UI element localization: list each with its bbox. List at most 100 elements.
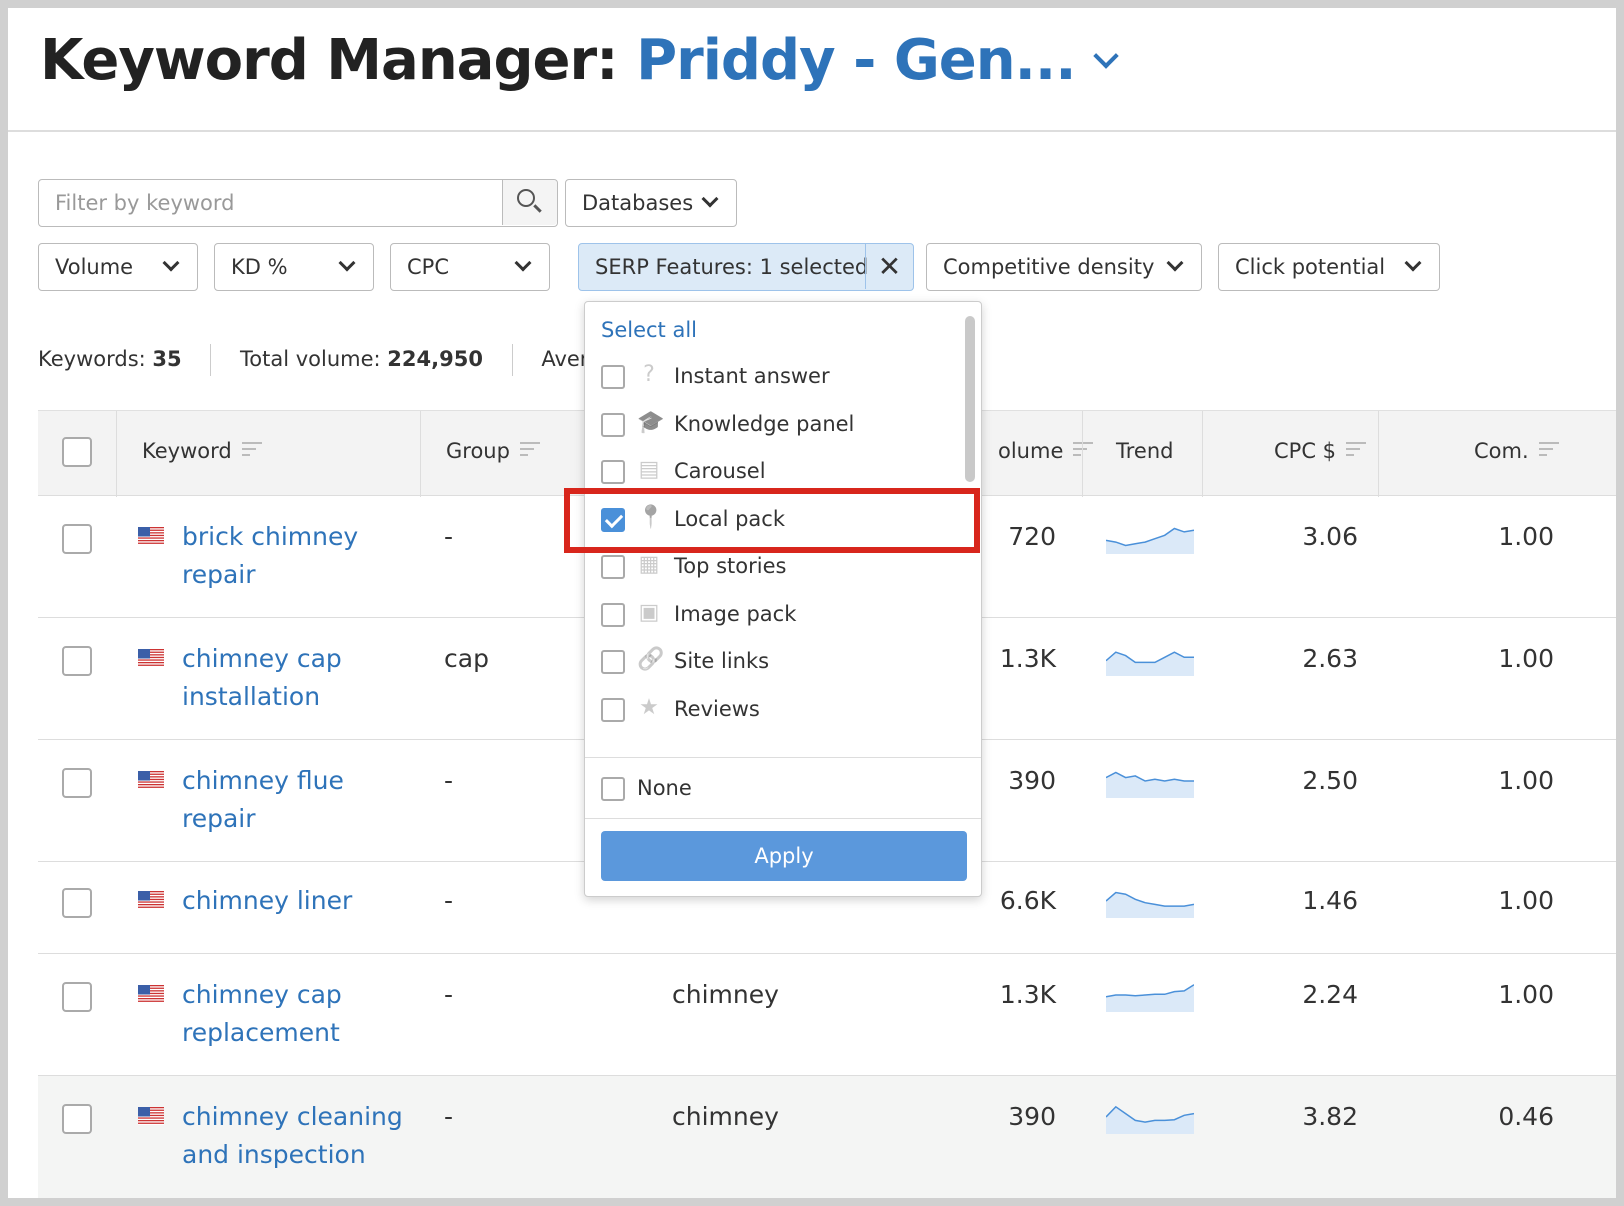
option-checkbox[interactable]	[601, 650, 625, 674]
trend-sparkline	[1106, 527, 1194, 554]
select-all-link[interactable]: Select all	[601, 318, 697, 342]
cpc-filter-label: CPC	[407, 255, 449, 279]
cpc-cell: 3.06	[1302, 522, 1358, 551]
chevron-down-icon	[701, 190, 719, 208]
competitive-density-label: Competitive density	[943, 255, 1155, 279]
select-all-rows-checkbox[interactable]	[62, 437, 92, 467]
trend-sparkline	[1106, 1105, 1194, 1134]
keyword-line-1[interactable]: chimney cap	[182, 640, 342, 678]
keyword-line-1[interactable]: brick chimney	[182, 518, 358, 556]
option-label: Carousel	[674, 459, 766, 483]
volume-filter-label: Volume	[55, 255, 134, 279]
keyword-line-1[interactable]: chimney flue	[182, 762, 344, 800]
trend-area	[1106, 772, 1194, 798]
keyword-link[interactable]: chimney flue repair	[182, 762, 344, 838]
row-checkbox[interactable]	[62, 768, 92, 798]
option-checkbox[interactable]	[601, 602, 625, 627]
none-label: None	[637, 776, 692, 800]
com-cell: 1.00	[1498, 766, 1554, 795]
column-group[interactable]: Group	[446, 439, 540, 463]
summary-stats: Keywords: 35 Total volume: 224,950 Avera…	[38, 344, 628, 376]
keyword-link[interactable]: chimney cap replacement	[182, 976, 342, 1052]
keyword-line-2[interactable]: replacement	[182, 1014, 342, 1052]
row-checkbox[interactable]	[62, 646, 92, 676]
column-com[interactable]: Com.	[1474, 439, 1559, 463]
us-flag-icon	[138, 527, 164, 545]
search-button[interactable]	[503, 180, 557, 225]
option-label: Site links	[674, 649, 770, 673]
search-input[interactable]	[39, 180, 503, 225]
apply-button[interactable]: Apply	[601, 831, 967, 881]
kd-filter-label: KD %	[231, 255, 288, 279]
option-checkbox[interactable]	[601, 365, 625, 389]
chevron-down-icon[interactable]	[1093, 43, 1120, 69]
keyword-line-1[interactable]: chimney cleaning	[182, 1098, 403, 1136]
cpc-filter[interactable]: CPC	[390, 243, 550, 291]
trend-area	[1106, 892, 1194, 918]
option-checkbox[interactable]	[601, 412, 625, 437]
chevron-down-icon	[1404, 254, 1422, 272]
serp-option-none[interactable]: None	[601, 772, 951, 806]
column-trend: Trend	[1116, 439, 1174, 463]
keyword-line-1[interactable]: chimney liner	[182, 882, 352, 920]
serp-features-filter[interactable]: SERP Features: 1 selected ✕	[578, 243, 914, 291]
question-icon: ?	[643, 362, 655, 387]
volume-cell: 1.3K	[999, 980, 1056, 1009]
clear-filter-button[interactable]: ✕	[865, 244, 913, 289]
keyword-line-2[interactable]: repair	[182, 556, 358, 594]
serp-option-site-links[interactable]: 🔗 Site links	[601, 645, 951, 679]
keyword-link[interactable]: brick chimney repair	[182, 518, 358, 594]
keyword-link[interactable]: chimney cap installation	[182, 640, 342, 716]
keyword-line-2[interactable]: and inspection	[182, 1136, 403, 1174]
dropdown-scrollbar[interactable]	[965, 316, 975, 482]
serp-option-carousel[interactable]: ▤ Carousel	[601, 455, 951, 489]
serp-option-image-pack[interactable]: ▣ Image pack	[601, 598, 951, 632]
volume-filter[interactable]: Volume	[38, 243, 198, 291]
click-potential-filter[interactable]: Click potential	[1218, 243, 1440, 291]
chevron-down-icon	[1166, 254, 1184, 272]
row-checkbox[interactable]	[62, 982, 92, 1012]
table-row: chimney cleaning and inspection - chimney 39…	[38, 1076, 1616, 1198]
page-title: Keyword Manager: Priddy - Gen...	[40, 28, 1120, 93]
column-cpc[interactable]: CPC $	[1274, 439, 1367, 463]
keyword-line-2[interactable]: repair	[182, 800, 344, 838]
option-checkbox[interactable]	[601, 555, 625, 579]
sort-icon	[1538, 442, 1559, 458]
column-volume[interactable]: olume	[998, 439, 1094, 463]
keyword-line-2[interactable]: installation	[182, 678, 342, 716]
serp-option-top-stories[interactable]: ▦ Top stories	[601, 550, 951, 584]
serp-option-reviews[interactable]: ★ Reviews	[601, 693, 951, 727]
row-checkbox[interactable]	[62, 524, 92, 554]
option-label: Top stories	[674, 554, 787, 578]
competitive-density-filter[interactable]: Competitive density	[926, 243, 1202, 291]
project-selector[interactable]: Priddy - Gen...	[636, 28, 1076, 93]
none-checkbox[interactable]	[601, 777, 625, 801]
option-checkbox[interactable]	[601, 697, 625, 722]
kd-filter[interactable]: KD %	[214, 243, 374, 291]
keyword-link[interactable]: chimney cleaning and inspection	[182, 1098, 403, 1174]
us-flag-icon	[138, 985, 164, 1003]
cpc-cell: 3.82	[1302, 1102, 1358, 1131]
serp-option-knowledge-panel[interactable]: 🎓 Knowledge panel	[601, 408, 951, 442]
cpc-cell: 1.46	[1302, 886, 1358, 915]
group-cell: -	[444, 522, 454, 551]
keyword-link[interactable]: chimney liner	[182, 882, 352, 920]
column-keyword[interactable]: Keyword	[142, 439, 262, 463]
group-cell: cap	[444, 644, 489, 673]
com-cell: 1.00	[1498, 522, 1554, 551]
trend-area	[1106, 528, 1194, 554]
keyword-manager-window: Keyword Manager: Priddy - Gen... Databas…	[8, 8, 1616, 1198]
keyword-line-1[interactable]: chimney cap	[182, 976, 342, 1014]
serp-features-dropdown: Select all ? Instant answer 🎓 Knowledge pan…	[584, 301, 982, 897]
row-checkbox[interactable]	[62, 888, 92, 918]
trend-area	[1106, 1106, 1194, 1134]
databases-dropdown[interactable]: Databases	[565, 179, 737, 227]
cpc-cell: 2.24	[1302, 980, 1358, 1009]
image-icon: ▣	[638, 599, 660, 625]
trend-sparkline	[1106, 984, 1194, 1012]
row-checkbox[interactable]	[62, 1104, 92, 1134]
sort-icon	[519, 442, 540, 458]
keyword-filter	[38, 179, 558, 227]
option-checkbox[interactable]	[601, 460, 625, 484]
serp-option-instant-answer[interactable]: ? Instant answer	[601, 360, 951, 394]
